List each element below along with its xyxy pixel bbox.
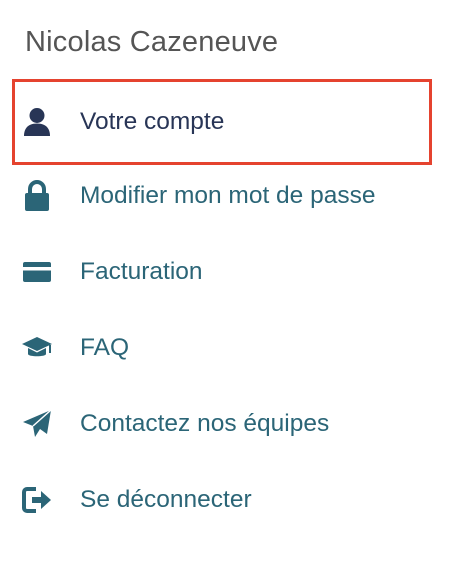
menu-item-se-deconnecter[interactable]: Se déconnecter <box>12 475 432 525</box>
menu-item-label: FAQ <box>80 334 130 361</box>
user-name: Nicolas Cazeneuve <box>25 26 279 58</box>
graduation-cap-icon <box>20 331 54 365</box>
menu-item-facturation[interactable]: Facturation <box>12 247 432 297</box>
paper-plane-icon <box>20 407 54 441</box>
menu-item-label: Facturation <box>80 258 203 285</box>
menu-item-modifier-mot-de-passe[interactable]: Modifier mon mot de passe <box>12 171 432 221</box>
menu-item-label: Modifier mon mot de passe <box>80 182 376 209</box>
menu-item-contactez-nos-equipes[interactable]: Contactez nos équipes <box>12 399 432 449</box>
menu-item-faq[interactable]: FAQ <box>12 323 432 373</box>
menu-item-label: Votre compte <box>80 108 225 135</box>
account-menu-page: Nicolas Cazeneuve Votre compte Modifier … <box>0 0 450 566</box>
menu-item-votre-compte[interactable]: Votre compte <box>12 79 432 165</box>
lock-icon <box>20 179 54 213</box>
sign-out-icon <box>20 483 54 517</box>
menu-item-label: Se déconnecter <box>80 486 252 513</box>
credit-card-icon <box>20 255 54 289</box>
menu-item-label: Contactez nos équipes <box>80 410 330 437</box>
user-icon <box>20 105 54 139</box>
